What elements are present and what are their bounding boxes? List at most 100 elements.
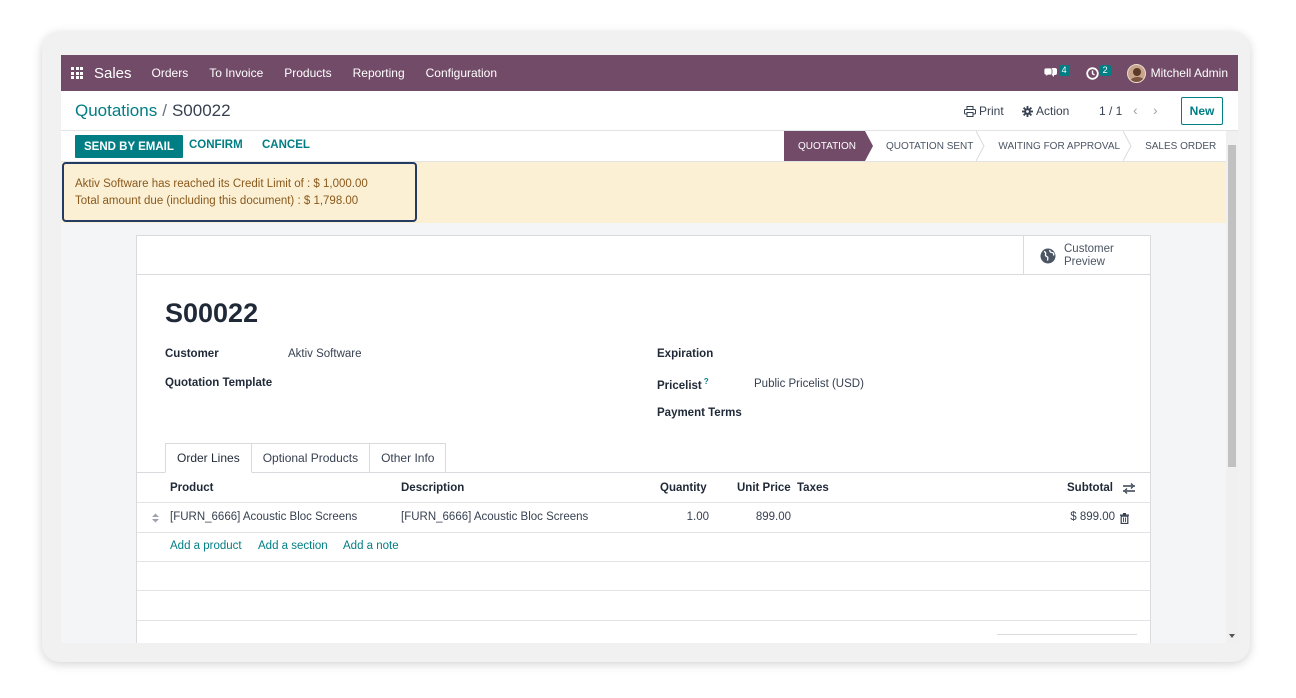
stage-separator [976, 131, 985, 161]
activities-menu[interactable]: 2 [1085, 64, 1111, 80]
print-label: Print [979, 104, 1004, 118]
add-note-link[interactable]: Add a note [343, 540, 399, 552]
column-header-subtotal[interactable]: Subtotal [1067, 482, 1113, 494]
line-subtotal: $ 899.00 [1070, 511, 1115, 523]
alert-total-due-text: Total amount due (including this documen… [75, 195, 359, 207]
pricelist-label: Pricelist? [657, 377, 709, 392]
app-brand[interactable]: Sales [94, 65, 132, 82]
breadcrumb-separator: / [162, 101, 167, 120]
stage-quotation-label: QUOTATION [798, 140, 856, 152]
scroll-down-arrow-icon[interactable] [1229, 634, 1235, 638]
nav-item-orders[interactable]: Orders [152, 66, 189, 80]
customer-preview-label: Customer Preview [1064, 242, 1114, 268]
apps-grid-icon[interactable] [71, 67, 83, 79]
stage-quotation[interactable]: QUOTATION [784, 131, 873, 161]
send-by-email-button[interactable]: SEND BY EMAIL [75, 135, 183, 158]
column-header-quantity[interactable]: Quantity [660, 482, 707, 494]
action-label: Action [1036, 104, 1070, 118]
add-product-link[interactable]: Add a product [170, 540, 242, 552]
customer-field[interactable]: Aktiv Software [288, 348, 362, 360]
pager-value[interactable]: 1 / 1 [1099, 104, 1122, 118]
pager-next-icon[interactable]: › [1153, 102, 1158, 118]
line-product[interactable]: [FURN_6666] Acoustic Bloc Screens [170, 511, 357, 523]
print-icon [964, 105, 976, 117]
nav-item-to-invoice[interactable]: To Invoice [209, 66, 263, 80]
line-unit-price[interactable]: 899.00 [737, 511, 791, 523]
main-navbar: Sales Orders To Invoice Products Reporti… [61, 55, 1238, 91]
tab-optional-products[interactable]: Optional Products [251, 443, 371, 473]
column-header-product[interactable]: Product [170, 482, 213, 494]
scrollbar-thumb[interactable] [1228, 145, 1236, 467]
credit-limit-alert: Aktiv Software has reached its Credit Li… [61, 162, 1226, 223]
customer-preview-button[interactable]: Customer Preview [1023, 236, 1150, 275]
stage-quotation-sent-label: QUOTATION SENT [885, 140, 974, 152]
confirm-button[interactable]: CONFIRM [189, 139, 243, 151]
expiration-field[interactable] [754, 348, 934, 362]
payment-terms-field[interactable] [754, 407, 934, 421]
row-divider [137, 590, 1150, 591]
activities-count-badge: 2 [1099, 64, 1111, 76]
quotation-template-label: Quotation Template [165, 377, 273, 389]
alert-highlight-box: Aktiv Software has reached its Credit Li… [62, 162, 417, 222]
stage-waiting-for-approval-label: WAITING FOR APPROVAL [998, 140, 1121, 152]
column-header-taxes[interactable]: Taxes [797, 482, 829, 494]
breadcrumb: Quotations / S00022 [75, 101, 231, 121]
drag-handle-icon[interactable] [152, 513, 159, 523]
add-section-link[interactable]: Add a section [258, 540, 328, 552]
notebook-tabs: Order Lines Optional Products Other Info [165, 443, 447, 473]
trash-icon[interactable] [1120, 513, 1129, 524]
navbar-systray: 4 2 Mitchell Admin [1043, 63, 1228, 83]
column-header-description[interactable]: Description [401, 482, 464, 494]
customer-label: Customer [165, 348, 219, 360]
stage-pipeline: QUOTATION QUOTATION SENT WAITING FOR APP… [784, 131, 1220, 161]
stage-sales-order-label: SALES ORDER [1145, 140, 1217, 152]
pricelist-label-text: Pricelist [657, 379, 702, 392]
action-button[interactable]: Action [1022, 104, 1069, 118]
stage-sales-order[interactable]: SALES ORDER [1124, 131, 1220, 161]
control-panel: Quotations / S00022 Print Action 1 / 1 ‹… [61, 91, 1238, 131]
tab-other-info[interactable]: Other Info [370, 443, 447, 473]
stage-separator [1123, 131, 1132, 161]
app-screen: Sales Orders To Invoice Products Reporti… [61, 55, 1238, 643]
expiration-label: Expiration [657, 348, 714, 360]
nav-item-products[interactable]: Products [284, 66, 331, 80]
messages-menu[interactable]: 4 [1043, 64, 1070, 80]
line-description[interactable]: [FURN_6666] Acoustic Bloc Screens [401, 511, 588, 523]
nav-item-configuration[interactable]: Configuration [426, 66, 497, 80]
form-sheet: Customer Preview S00022 Customer Aktiv S… [136, 235, 1151, 643]
row-divider [137, 502, 1150, 503]
cancel-button[interactable]: CANCEL [262, 139, 310, 151]
pricelist-field[interactable]: Public Pricelist (USD) [754, 378, 864, 390]
row-divider [137, 532, 1150, 533]
avatar[interactable] [1126, 63, 1146, 83]
tab-order-lines[interactable]: Order Lines [165, 443, 252, 473]
nav-item-reporting[interactable]: Reporting [353, 66, 405, 80]
globe-icon [1040, 248, 1056, 263]
row-divider [137, 561, 1150, 562]
messages-count-badge: 4 [1058, 64, 1070, 76]
sheet-button-box: Customer Preview [137, 236, 1150, 275]
breadcrumb-quotations-link[interactable]: Quotations [75, 101, 157, 120]
print-button[interactable]: Print [964, 104, 1004, 118]
gear-icon [1022, 105, 1033, 117]
page-scrollbar[interactable] [1226, 131, 1238, 643]
user-menu-name[interactable]: Mitchell Admin [1151, 66, 1228, 80]
chat-icon [1043, 67, 1057, 78]
record-title: S00022 [165, 298, 259, 328]
stage-arrow [864, 131, 873, 161]
stage-quotation-sent[interactable]: QUOTATION SENT [865, 131, 985, 161]
pricelist-help-icon[interactable]: ? [704, 377, 709, 386]
payment-terms-label: Payment Terms [657, 407, 742, 419]
status-bar: SEND BY EMAIL CONFIRM CANCEL QUOTATION Q… [61, 131, 1226, 162]
breadcrumb-current: S00022 [171, 101, 231, 120]
line-quantity[interactable]: 1.00 [660, 511, 709, 523]
column-header-unit-price[interactable]: Unit Price [737, 482, 791, 494]
totals-divider [997, 634, 1137, 635]
quotation-template-field[interactable] [288, 377, 468, 391]
clock-icon [1085, 66, 1099, 80]
stage-waiting-for-approval[interactable]: WAITING FOR APPROVAL [977, 131, 1132, 161]
optional-columns-toggle-icon[interactable] [1123, 483, 1135, 494]
pager-previous-icon[interactable]: ‹ [1133, 102, 1138, 118]
new-button[interactable]: New [1181, 97, 1223, 125]
row-divider [137, 620, 1150, 621]
